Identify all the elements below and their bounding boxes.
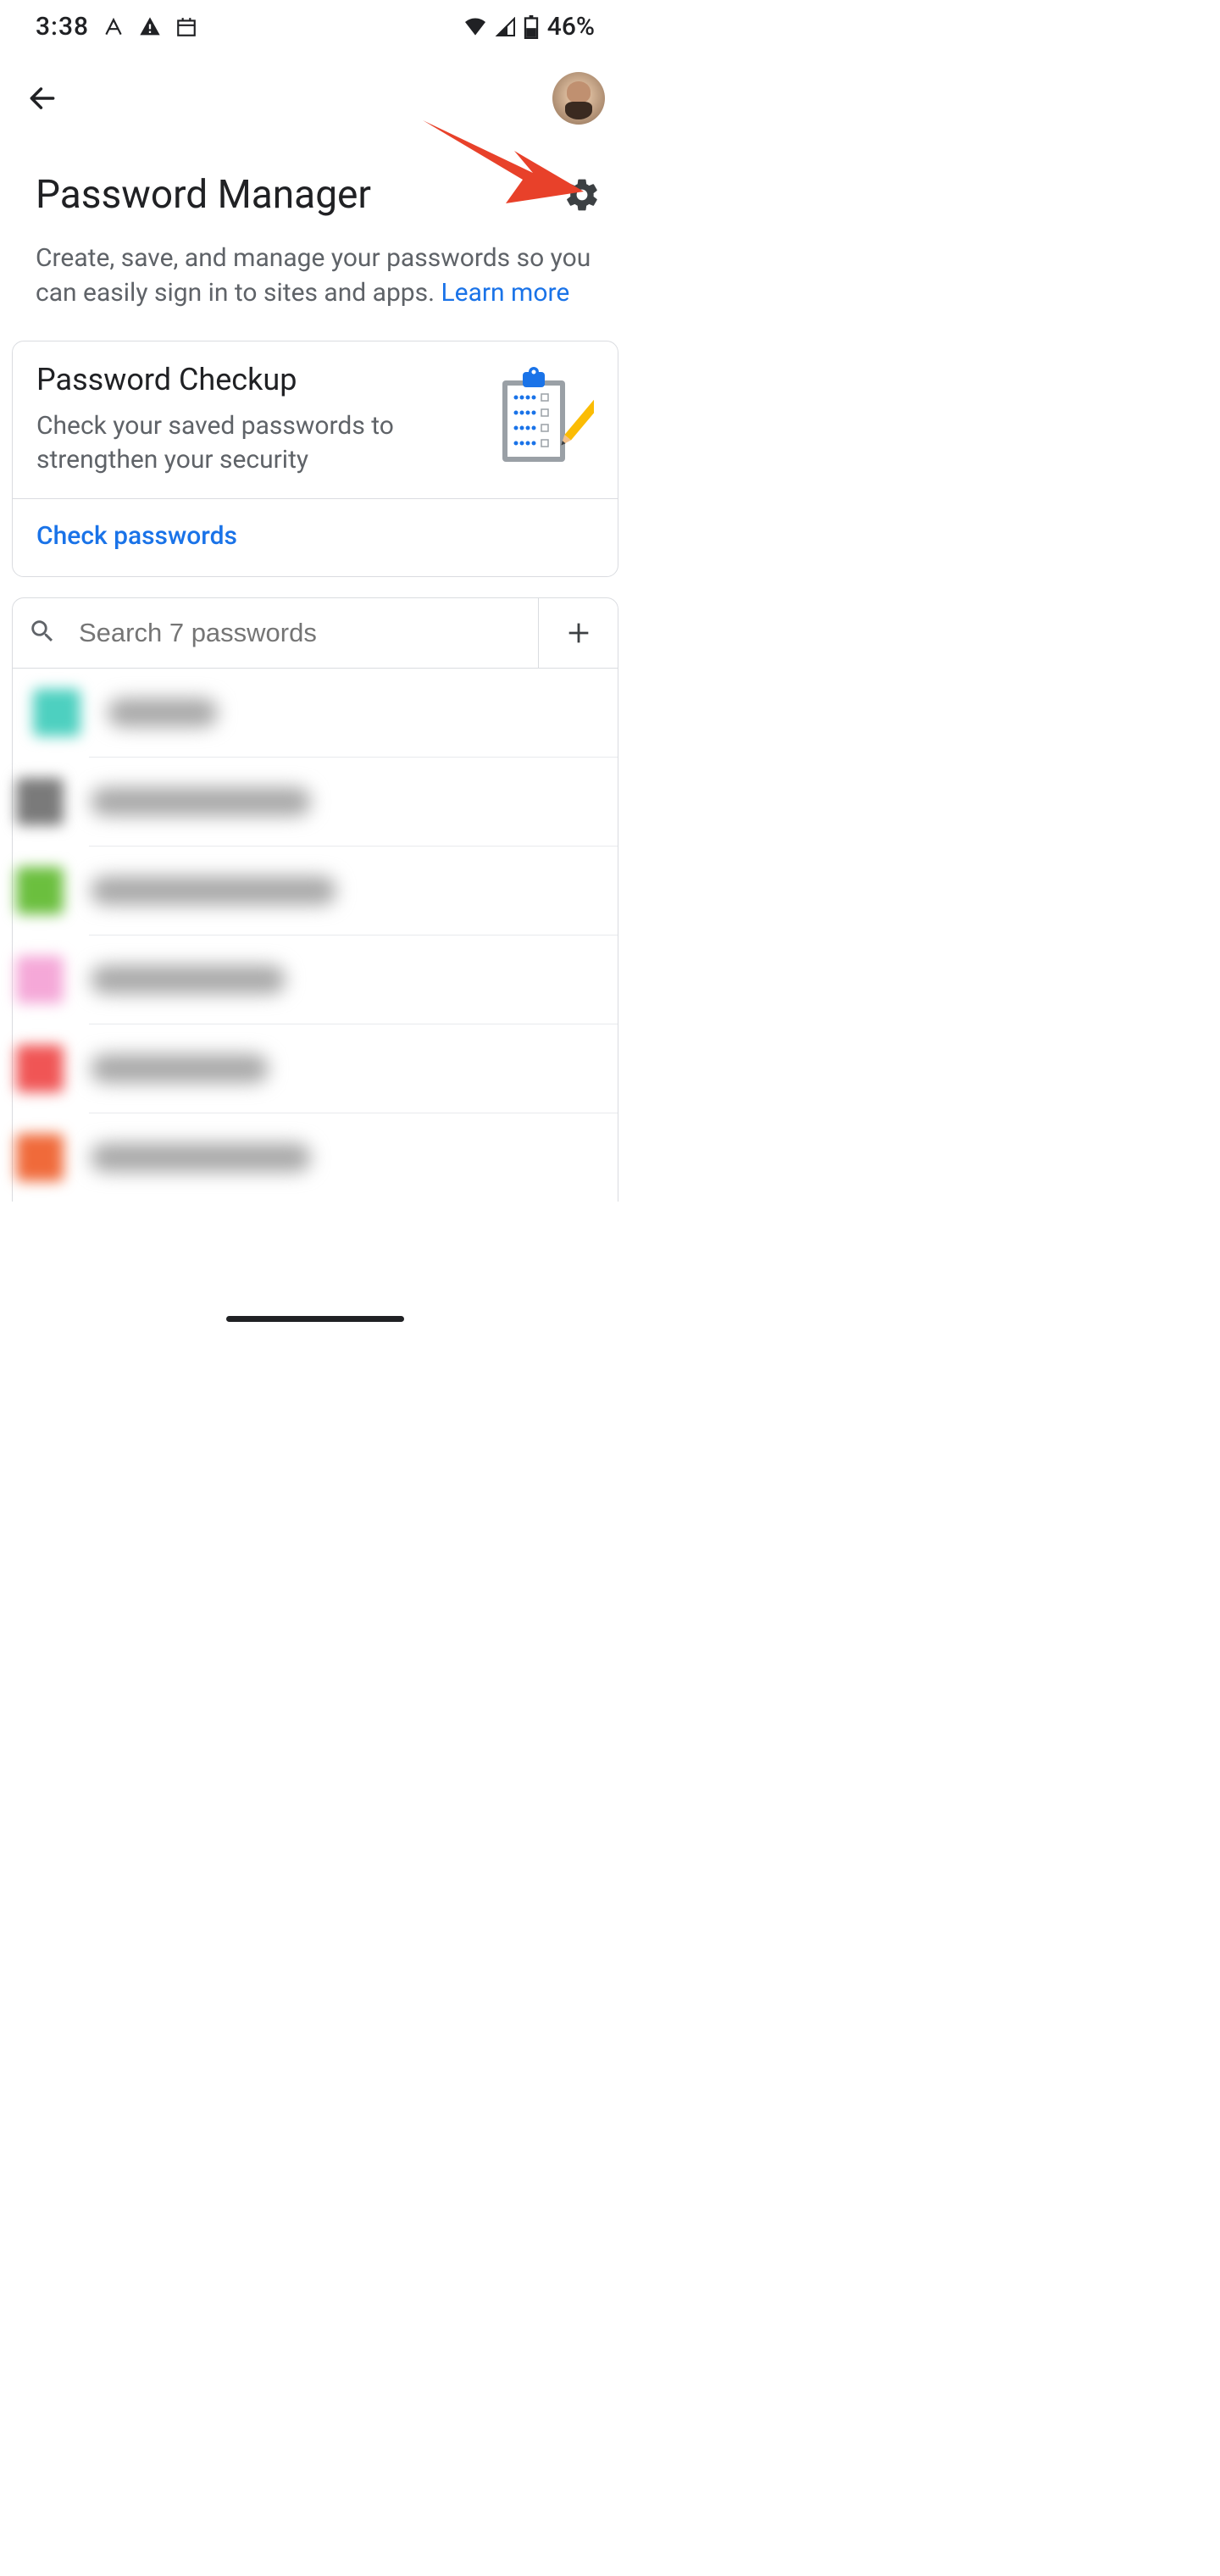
checkup-subtitle: Check your saved passwords to strengthen… [36, 409, 475, 476]
battery-percent: 46% [547, 12, 595, 42]
status-bar: 3:38 [12, 0, 618, 50]
avatar[interactable] [552, 72, 605, 125]
site-name-redacted [91, 1143, 311, 1172]
password-entry[interactable] [89, 1113, 618, 1202]
clipboard-illustration [492, 365, 594, 467]
site-favicon [16, 956, 64, 1003]
site-name-redacted [91, 787, 311, 816]
status-time: 3:38 [36, 12, 89, 42]
site-favicon [16, 778, 64, 825]
site-favicon [16, 867, 64, 914]
checkup-title: Password Checkup [36, 362, 475, 397]
warning-icon [138, 15, 162, 39]
plus-icon [564, 619, 593, 647]
password-entry[interactable] [89, 757, 618, 846]
home-indicator[interactable] [226, 1316, 404, 1322]
battery-icon [524, 15, 539, 39]
site-favicon [33, 689, 80, 736]
signal-icon [495, 17, 517, 37]
password-entry[interactable] [89, 846, 618, 935]
page-title: Password Manager [36, 172, 371, 218]
password-checkup-card: Password Checkup Check your saved passwo… [12, 341, 618, 577]
search-input[interactable] [79, 618, 523, 648]
password-entry[interactable] [89, 1024, 618, 1113]
password-entry[interactable] [13, 669, 618, 757]
site-name-redacted [108, 698, 218, 727]
add-password-button[interactable] [538, 598, 618, 668]
site-favicon [16, 1045, 64, 1092]
page-description: Create, save, and manage your passwords … [12, 225, 618, 336]
search-container [12, 597, 618, 669]
site-name-redacted [91, 965, 286, 994]
settings-button[interactable] [563, 175, 602, 214]
site-favicon [16, 1134, 64, 1181]
gear-icon [563, 176, 601, 214]
password-entry[interactable] [89, 935, 618, 1024]
site-name-redacted [91, 876, 336, 905]
learn-more-link[interactable]: Learn more [441, 278, 570, 308]
back-button[interactable] [25, 81, 59, 115]
wifi-icon [463, 17, 488, 37]
calendar-icon [175, 16, 197, 38]
search-icon [28, 617, 57, 649]
check-passwords-button[interactable]: Check passwords [36, 521, 237, 551]
font-icon [103, 16, 125, 38]
password-list [12, 669, 618, 1202]
site-name-redacted [91, 1054, 269, 1083]
